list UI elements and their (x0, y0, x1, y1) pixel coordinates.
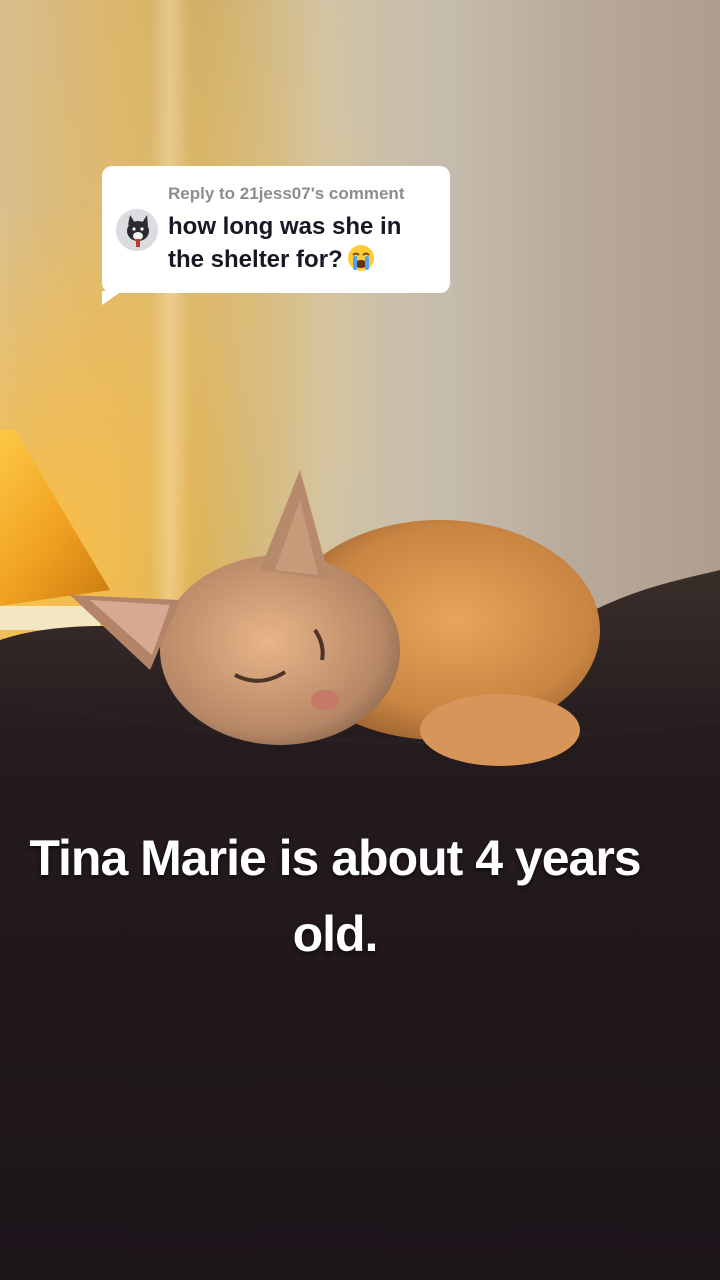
avatar-image (116, 209, 158, 251)
loudly-crying-face-icon (347, 244, 375, 272)
commenter-avatar[interactable] (116, 209, 158, 251)
comment-text-block: how long was she in the shelter for? (168, 210, 440, 276)
video-frame[interactable]: Reply to 21jess07's comment how long was… (0, 0, 720, 1280)
comment-bubble-tail (102, 291, 122, 305)
video-caption: Tina Marie is about 4 years old. (29, 830, 641, 962)
sleeping-cat-image (70, 470, 600, 766)
reply-to-label: Reply to 21jess07's comment (168, 184, 405, 203)
